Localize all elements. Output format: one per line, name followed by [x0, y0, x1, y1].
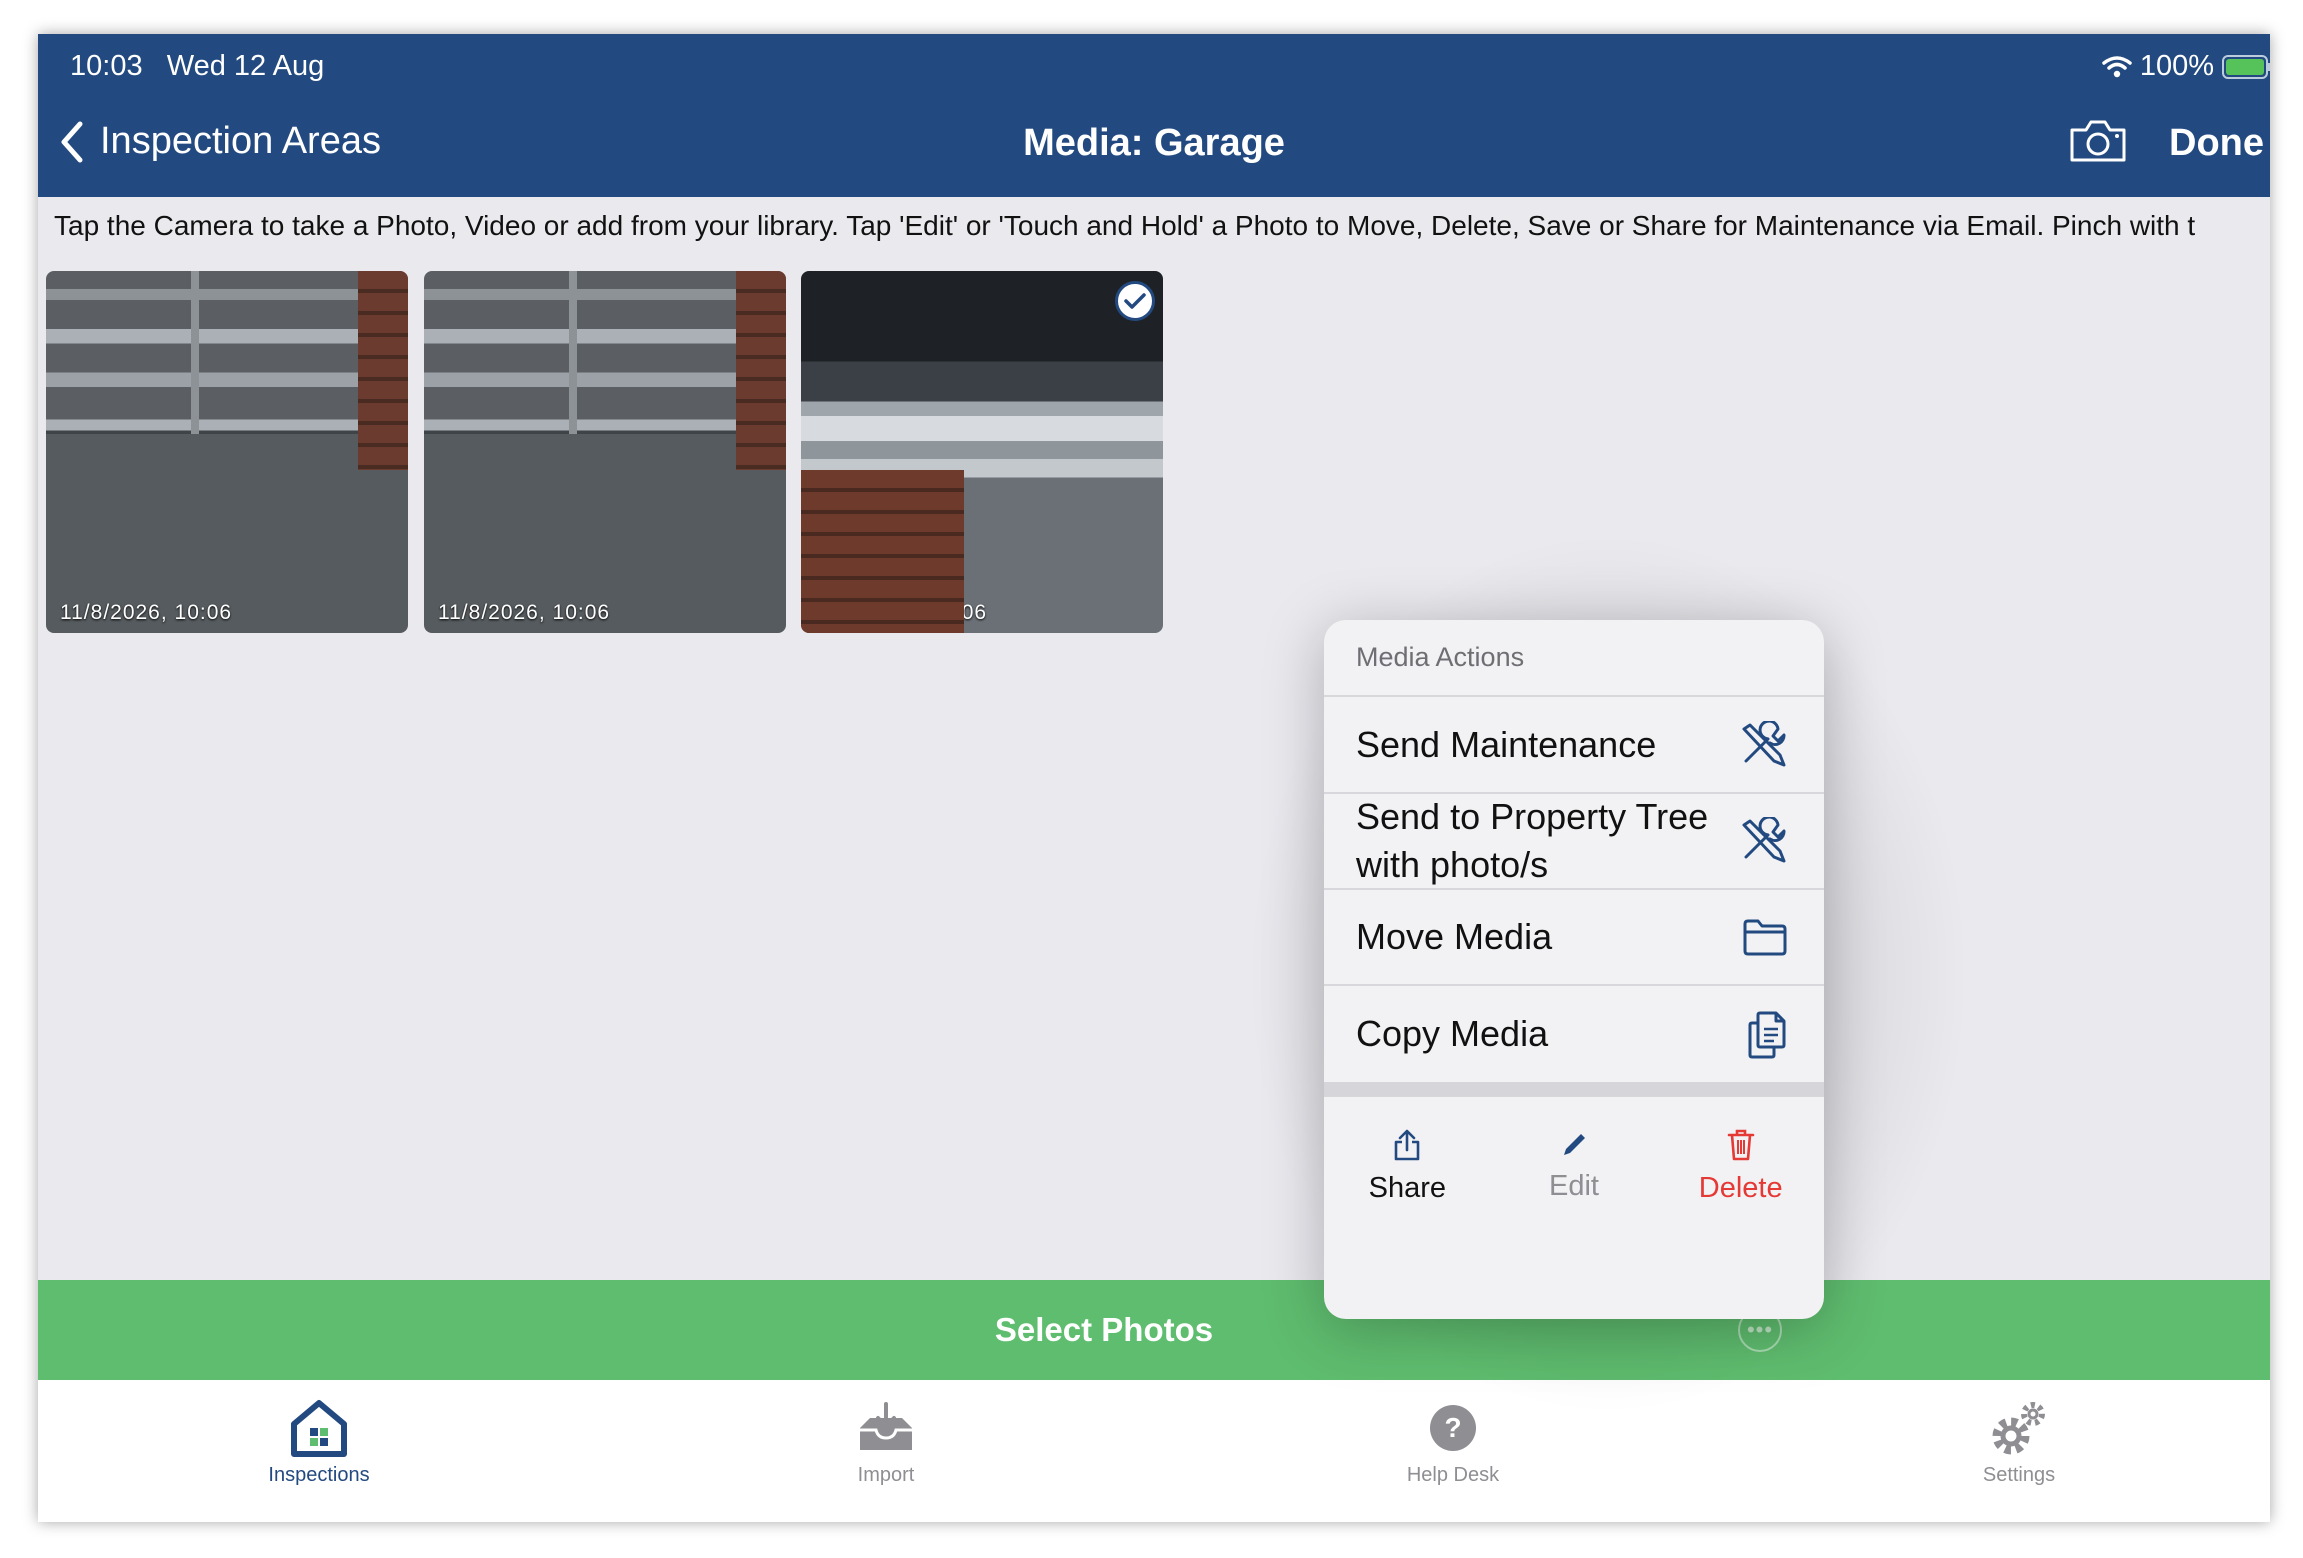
- photo-timestamp: 11/8/2026, 10:06: [438, 601, 611, 624]
- tab-label: Import: [857, 1464, 915, 1486]
- delete-button[interactable]: Delete: [1657, 1097, 1824, 1235]
- label-line-2: with photo/s: [1356, 844, 1549, 885]
- select-photos-button[interactable]: Select Photos: [38, 1280, 2270, 1380]
- menu-action-row: Share Edit Delete: [1324, 1097, 1824, 1235]
- folder-icon: [1743, 919, 1787, 956]
- tools-icon: [1742, 817, 1786, 863]
- checkmark-icon: [360, 281, 400, 321]
- action-label: Share: [1368, 1171, 1447, 1204]
- photo-thumbnail[interactable]: 11/8/2026, 10:06: [46, 271, 408, 633]
- photo-thumbnail[interactable]: 11/8/2026, 10:06: [801, 271, 1163, 633]
- select-photos-label: Select Photos: [994, 1311, 1214, 1348]
- label-line-1: Send to Property Tree: [1356, 796, 1709, 837]
- photo-timestamp: 11/8/2026, 10:06: [60, 601, 233, 624]
- tab-label: Settings: [1982, 1464, 2056, 1486]
- pencil-icon: [1564, 1133, 1585, 1155]
- menu-item-label: Send Maintenance: [1356, 723, 1657, 765]
- gear-icon: [1992, 1402, 2045, 1455]
- tab-label: Help Desk: [1406, 1464, 1500, 1486]
- checkmark-icon: [1115, 281, 1155, 321]
- tab-label: Inspections: [268, 1464, 370, 1486]
- instructions-text: Tap the Camera to take a Photo, Video or…: [54, 210, 2196, 241]
- edit-button[interactable]: Edit: [1491, 1097, 1658, 1235]
- ipad-screen: 10:03 Wed 12 Aug 100% Inspection Areas M…: [38, 34, 2270, 1522]
- tab-import[interactable]: Import: [766, 1392, 1006, 1487]
- page-title: Media: Garage: [1023, 122, 1285, 164]
- status-indicators: 100%: [2102, 50, 2270, 83]
- import-icon: [860, 1402, 912, 1450]
- share-icon: [1395, 1129, 1420, 1160]
- done-button[interactable]: Done: [2169, 122, 2264, 165]
- menu-item-label: Move Media: [1356, 916, 1553, 957]
- photo-timestamp: 11/8/2026, 10:06: [815, 601, 988, 624]
- menu-item-send-property-tree[interactable]: Send to Property Tree with photo/s: [1324, 794, 1824, 890]
- tab-settings[interactable]: Settings: [1899, 1392, 2139, 1487]
- action-label: Edit: [1549, 1169, 1599, 1202]
- copy-icon: [1748, 1011, 1786, 1059]
- tools-icon: [1742, 720, 1786, 766]
- svg-text:?: ?: [1444, 1412, 1461, 1443]
- house-icon: [291, 1400, 347, 1457]
- tab-inspections[interactable]: Inspections: [199, 1392, 439, 1487]
- navigation-header: 10:03 Wed 12 Aug 100% Inspection Areas M…: [38, 34, 2270, 197]
- battery-icon: [2222, 54, 2270, 79]
- action-label: Delete: [1698, 1171, 1783, 1204]
- menu-separator: [1324, 1082, 1824, 1097]
- checkmark-icon: [738, 281, 778, 321]
- menu-item-label: Send to Property Tree with photo/s: [1356, 793, 1708, 889]
- menu-item-copy-media[interactable]: Copy Media: [1324, 986, 1824, 1082]
- clock: 10:03: [70, 50, 143, 82]
- tab-help-desk[interactable]: ? Help Desk: [1333, 1392, 1573, 1487]
- menu-item-send-maintenance[interactable]: Send Maintenance: [1324, 697, 1824, 794]
- photo-thumbnail[interactable]: 11/8/2026, 10:06: [424, 271, 786, 633]
- status-time: 10:03 Wed 12 Aug: [70, 50, 324, 83]
- menu-item-label: Copy Media: [1356, 1013, 1549, 1054]
- help-icon: ?: [1430, 1405, 1476, 1451]
- tab-bar: Inspections Import ? Help Desk Settings: [38, 1380, 2270, 1522]
- menu-item-move-media[interactable]: Move Media: [1324, 890, 1824, 986]
- menu-header: Media Actions: [1324, 620, 1824, 697]
- camera-icon[interactable]: [2068, 118, 2128, 164]
- share-button[interactable]: Share: [1324, 1097, 1491, 1235]
- date: Wed 12 Aug: [166, 50, 325, 82]
- battery-percent: 100%: [2139, 50, 2214, 82]
- wifi-icon: [2102, 55, 2132, 77]
- trash-icon: [1727, 1129, 1754, 1160]
- media-actions-menu: Media Actions Send Maintenance Send to P…: [1324, 620, 1824, 1319]
